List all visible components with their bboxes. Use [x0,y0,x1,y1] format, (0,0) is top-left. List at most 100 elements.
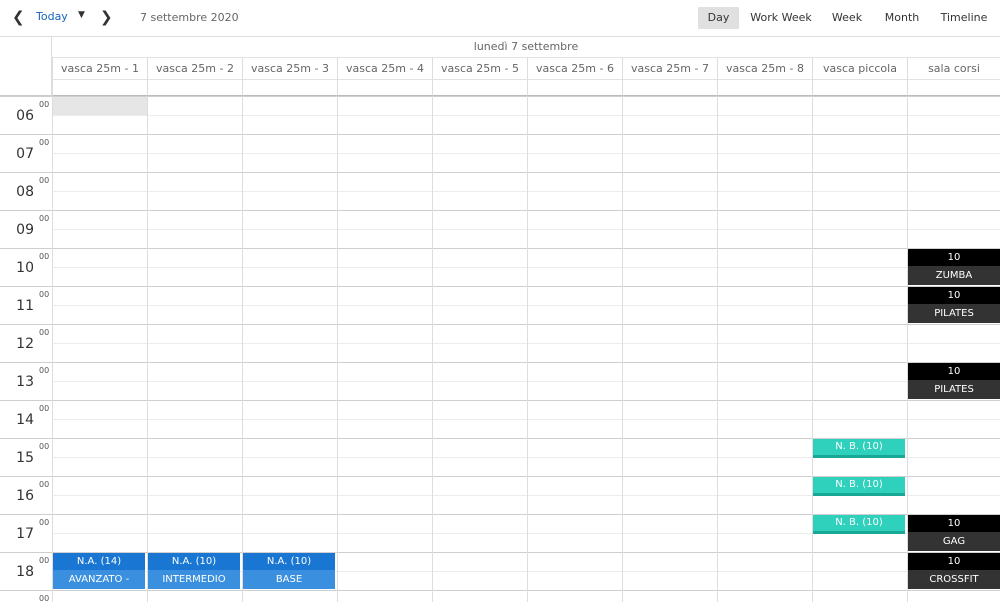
chevron-left-icon[interactable]: ❮ [12,6,25,28]
today-button[interactable]: Today [36,10,68,23]
resource-header[interactable]: vasca 25m - 8 [717,58,812,80]
selected-cell[interactable] [53,96,147,115]
hour-label: 13 [16,374,34,390]
event-title: PILATES [908,380,1000,399]
resource-header[interactable]: vasca 25m - 4 [337,58,432,80]
column-gridline [622,96,623,602]
event-title: INTERMEDIO [148,570,240,589]
event-count: N.A. (10) [243,553,335,570]
event-pilates[interactable]: 10 PILATES [908,363,1000,400]
hour-label: 06 [16,108,34,124]
hour-gridline [0,590,1000,591]
event-count: N.A. (14) [53,553,145,570]
resource-header[interactable]: vasca 25m - 3 [242,58,337,80]
event-n-b-10[interactable]: N. B. (10) [813,477,905,496]
date-header[interactable]: lunedì 7 settembre [52,36,1000,58]
resource-header[interactable]: vasca piccola [812,58,907,80]
column-gridline [147,96,148,602]
resource-header[interactable]: vasca 25m - 5 [432,58,527,80]
hour-label: 17 [16,526,34,542]
hour-label: 11 [16,298,34,314]
half-hour-gridline [52,115,1000,116]
chevron-right-icon[interactable]: ❯ [100,6,113,28]
hour-gridline [0,362,1000,363]
resource-header[interactable]: sala corsi [907,58,1000,80]
event-crossfit[interactable]: 10 CROSSFIT [908,553,1000,590]
hour-minutes-label: 00 [39,480,50,489]
half-hour-gridline [52,343,1000,344]
all-day-cell[interactable] [337,80,432,96]
half-hour-gridline [52,305,1000,306]
event-count: 10 [908,515,1000,532]
hour-minutes-label: 00 [39,404,50,413]
column-gridline [242,96,243,602]
hour-label: 18 [16,564,34,580]
event-title: BASE [243,570,335,589]
hour-gridline [0,324,1000,325]
hour-label: 08 [16,184,34,200]
view-timeline-button[interactable]: Timeline [936,7,992,29]
column-gridline [337,96,338,602]
resource-header[interactable]: vasca 25m - 1 [52,58,147,80]
event-avanzato-rossi-marco[interactable]: N.A. (14)AVANZATO - ROSSI MARCO [53,553,145,590]
event-n-b-10[interactable]: N. B. (10) [813,515,905,534]
hour-gridline [0,210,1000,211]
event-intermedio[interactable]: N.A. (10) INTERMEDIO [148,553,240,590]
column-gridline [527,96,528,602]
event-base[interactable]: N.A. (10) BASE [243,553,335,590]
current-date-label[interactable]: 7 settembre 2020 [140,11,239,24]
all-day-cell[interactable] [432,80,527,96]
hour-gridline [0,172,1000,173]
scheduler-toolbar: ❮ Today ▼ ❯ 7 settembre 2020 Day Work We… [0,0,1000,37]
resource-header[interactable]: vasca 25m - 2 [147,58,242,80]
all-day-cell[interactable] [52,80,147,96]
all-day-cell[interactable] [622,80,717,96]
hour-label: 14 [16,412,34,428]
event-count: 10 [908,363,1000,380]
half-hour-gridline [52,381,1000,382]
view-month-button[interactable]: Month [878,7,926,29]
hour-minutes-label: 00 [39,518,50,527]
hour-minutes-label: 00 [39,442,50,451]
event-zumba[interactable]: 10 ZUMBA [908,249,1000,286]
half-hour-gridline [52,153,1000,154]
event-title: N. B. (10) [835,441,883,452]
all-day-cell[interactable] [812,80,907,96]
hour-minutes-label: 00 [39,366,50,375]
all-day-cell[interactable] [907,80,1000,96]
event-title: AVANZATO - ROSSI MARCO [53,570,145,589]
view-week-button[interactable]: Week [826,7,868,29]
hour-minutes-label: 00 [39,176,50,185]
all-day-cell[interactable] [242,80,337,96]
hour-gridline [0,286,1000,287]
hour-gridline [0,248,1000,249]
hour-label: 07 [16,146,34,162]
event-title: N. B. (10) [835,479,883,490]
event-count: 10 [908,553,1000,570]
event-n-b-10[interactable]: N. B. (10) [813,439,905,458]
all-day-cell[interactable] [527,80,622,96]
hour-label: 09 [16,222,34,238]
event-count: N.A. (10) [148,553,240,570]
resource-header[interactable]: vasca 25m - 6 [527,58,622,80]
event-title: ZUMBA [908,266,1000,285]
caret-down-icon[interactable]: ▼ [78,10,85,20]
hour-minutes-label: 00 [39,252,50,261]
event-pilates[interactable]: 10 PILATES [908,287,1000,324]
hour-minutes-label: 00 [39,556,50,565]
all-day-cell[interactable] [717,80,812,96]
time-grid: 00 06 00 07 00 08 00 09 00 10 00 11 00 12 00 13 00 14 00 15… [0,96,1000,603]
hour-minutes-label: 00 [39,138,50,147]
resource-header[interactable]: vasca 25m - 7 [622,58,717,80]
hour-minutes-label: 00 [39,100,50,109]
hour-label: 10 [16,260,34,276]
half-hour-gridline [52,191,1000,192]
view-work-week-button[interactable]: Work Week [745,7,817,29]
event-title: GAG [908,532,1000,551]
column-gridline [432,96,433,602]
event-gag[interactable]: 10 GAG [908,515,1000,552]
event-count: 10 [908,287,1000,304]
header-corner [0,36,52,96]
all-day-cell[interactable] [147,80,242,96]
view-day-button[interactable]: Day [698,7,739,29]
